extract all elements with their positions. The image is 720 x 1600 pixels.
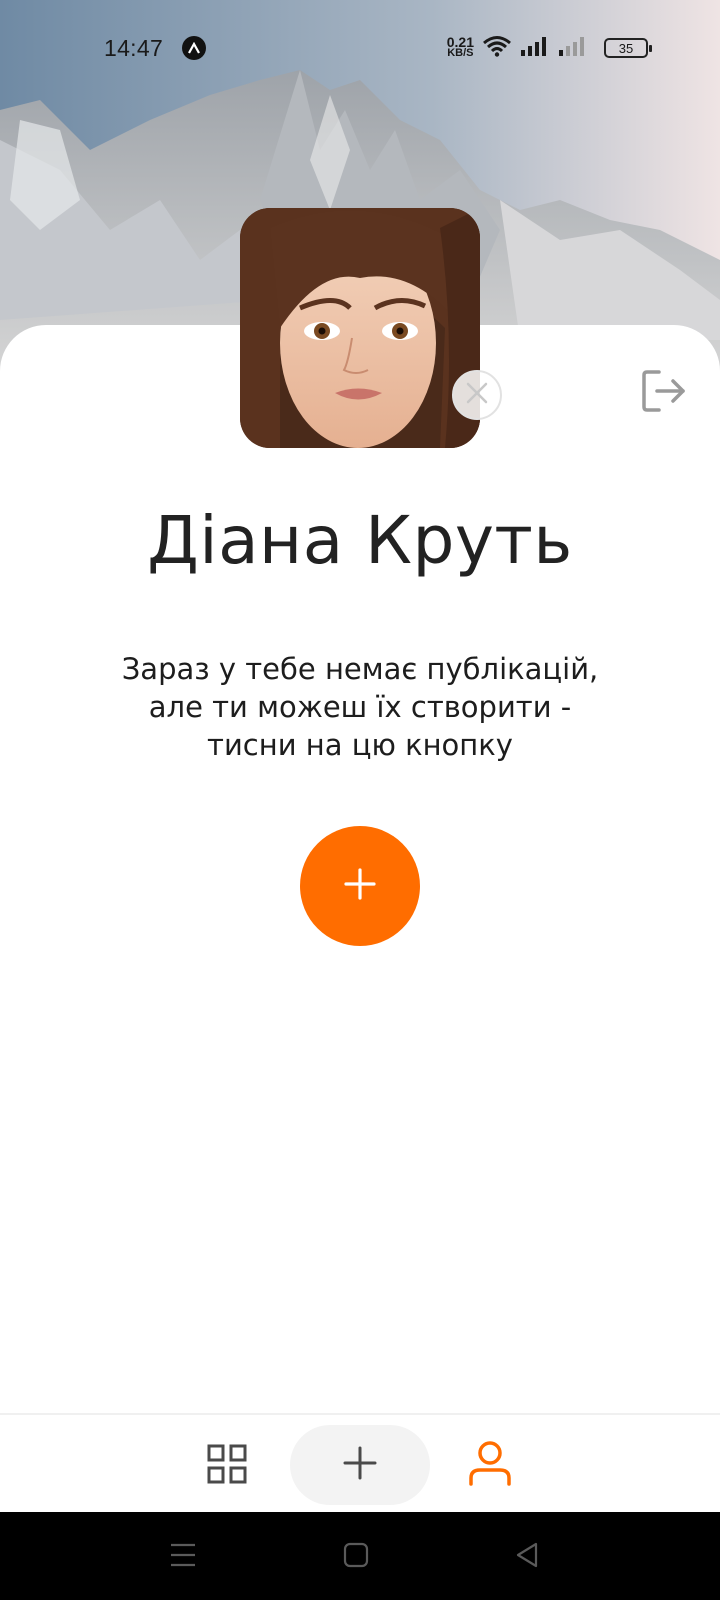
- avatar[interactable]: [240, 208, 480, 448]
- logout-icon: [641, 370, 687, 417]
- menu-icon[interactable]: [170, 1540, 196, 1575]
- status-time: 14:47: [104, 34, 164, 61]
- signal-icon: [520, 35, 550, 62]
- close-icon: [463, 379, 491, 412]
- network-speed-unit: KB/S: [447, 47, 474, 59]
- status-bar: 14:47 0.21 KB/S 35: [0, 0, 720, 96]
- bottom-navigation: [0, 1413, 720, 1512]
- status-indicators: 0.21 KB/S 35: [447, 35, 652, 62]
- back-icon[interactable]: [514, 1540, 540, 1575]
- app-notification-icon: [182, 36, 207, 60]
- battery-indicator: 35: [604, 38, 652, 58]
- create-post-button[interactable]: [300, 826, 420, 946]
- wifi-icon: [482, 35, 512, 62]
- battery-level: 35: [618, 40, 634, 56]
- nav-feed-button[interactable]: [205, 1444, 249, 1488]
- remove-avatar-button[interactable]: [452, 370, 502, 420]
- user-icon: [468, 1440, 512, 1491]
- profile-name: Діана Круть: [147, 502, 573, 579]
- home-icon[interactable]: [343, 1540, 369, 1575]
- nav-profile-button[interactable]: [466, 1440, 514, 1491]
- nav-create-button[interactable]: [290, 1425, 430, 1505]
- system-navigation-bar: [0, 1512, 720, 1600]
- plus-icon: [343, 867, 377, 906]
- network-speed: 0.21 KB/S: [447, 35, 474, 59]
- logout-button[interactable]: [641, 369, 687, 413]
- empty-posts-message: Зараз у тебе немає публікацій, але ти мо…: [121, 652, 599, 762]
- grid-icon: [207, 1444, 247, 1489]
- plus-icon: [343, 1446, 377, 1485]
- signal-icon-secondary: [558, 35, 588, 62]
